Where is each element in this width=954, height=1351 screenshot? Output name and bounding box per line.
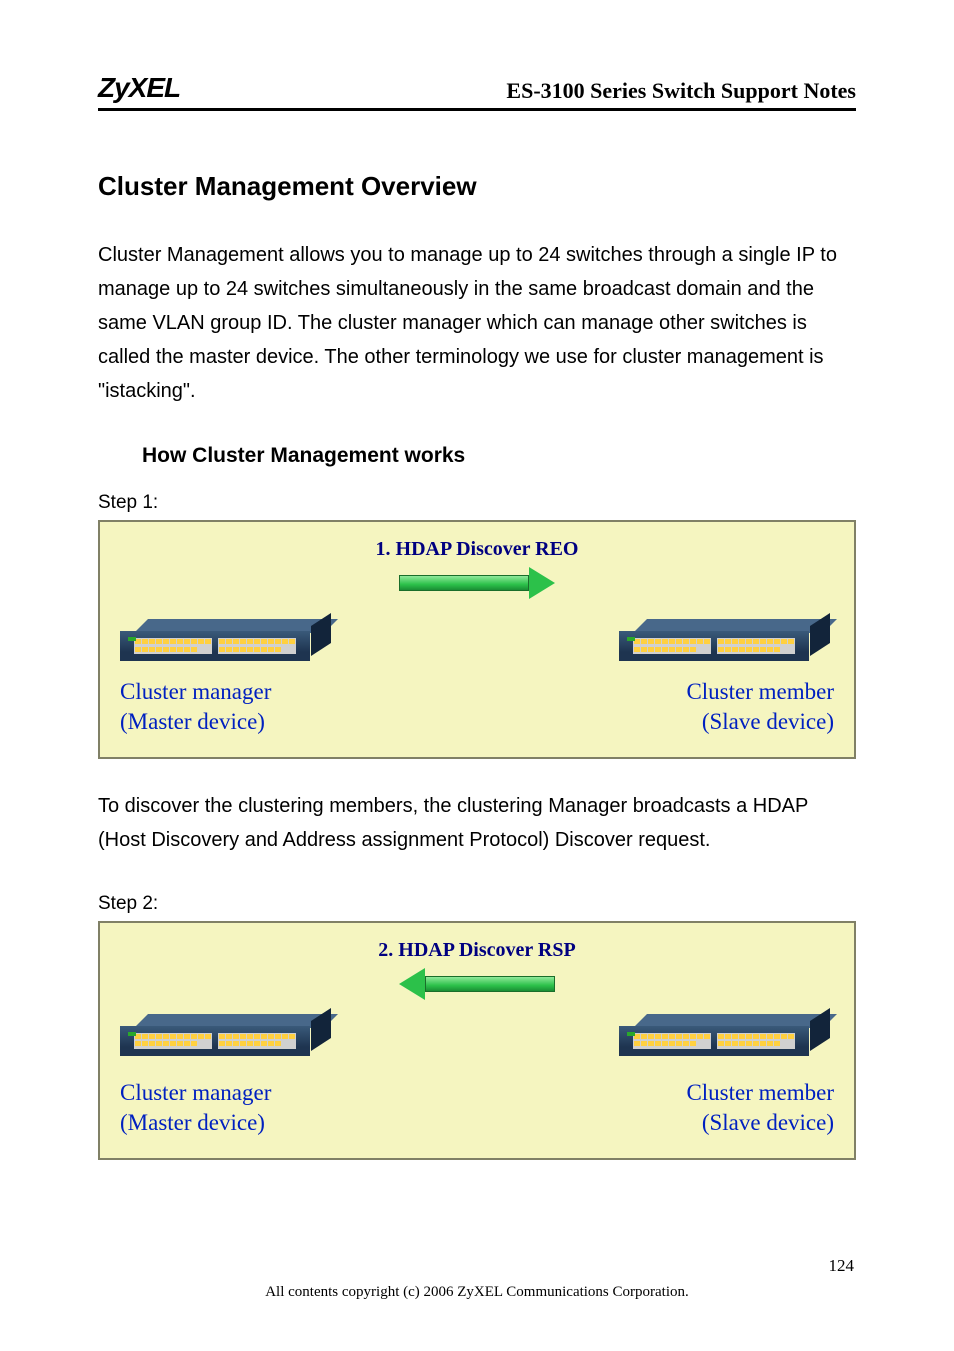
sub-title: How Cluster Management works [142, 444, 856, 468]
copyright-text: All contents copyright (c) 2006 ZyXEL Co… [0, 1284, 954, 1301]
section-title: Cluster Management Overview [98, 171, 856, 202]
cluster-manager-label: Cluster manager (Master device) [120, 677, 271, 737]
arrow-row-1 [120, 567, 834, 599]
header-title: ES-3100 Series Switch Support Notes [506, 78, 856, 104]
cluster-member-label: Cluster member (Slave device) [686, 677, 834, 737]
intro-paragraph: Cluster Management allows you to manage … [98, 238, 856, 408]
step2-label: Step 2: [98, 893, 856, 915]
step1-label: Step 1: [98, 492, 856, 514]
diagram-step1: 1. HDAP Discover REO [98, 520, 856, 759]
d1-left-line1: Cluster manager [120, 679, 271, 704]
d1-right-line1: Cluster member [686, 679, 834, 704]
paragraph-2: To discover the clustering members, the … [98, 789, 856, 857]
diagram2-title: 2. HDAP Discover RSP [120, 939, 834, 962]
page-header: ZyXEL ES-3100 Series Switch Support Note… [98, 72, 856, 111]
labels-row-1: Cluster manager (Master device) Cluster … [120, 677, 834, 737]
switch-device-right [619, 619, 834, 661]
d1-left-line2: (Master device) [120, 709, 265, 734]
diagram1-title: 1. HDAP Discover REO [120, 538, 834, 561]
d2-right-line1: Cluster member [686, 1080, 834, 1105]
arrow-left-icon [399, 968, 555, 1000]
page-footer: 124 All contents copyright (c) 2006 ZyXE… [0, 1284, 954, 1301]
switch-device-right-2 [619, 1014, 834, 1056]
page-number: 124 [829, 1256, 855, 1276]
labels-row-2: Cluster manager (Master device) Cluster … [120, 1078, 834, 1138]
d2-left-line1: Cluster manager [120, 1080, 271, 1105]
diagram-step2: 2. HDAP Discover RSP [98, 921, 856, 1160]
d2-left-line2: (Master device) [120, 1110, 265, 1135]
switch-device-left-2 [120, 1014, 335, 1056]
cluster-member-label-2: Cluster member (Slave device) [686, 1078, 834, 1138]
arrow-row-2 [120, 968, 834, 1000]
d1-right-line2: (Slave device) [702, 709, 834, 734]
d2-right-line2: (Slave device) [702, 1110, 834, 1135]
arrow-right-icon [399, 567, 555, 599]
zyxel-logo: ZyXEL [98, 72, 180, 104]
devices-row-2 [120, 1014, 834, 1056]
switch-device-left [120, 619, 335, 661]
devices-row-1 [120, 619, 834, 661]
cluster-manager-label-2: Cluster manager (Master device) [120, 1078, 271, 1138]
